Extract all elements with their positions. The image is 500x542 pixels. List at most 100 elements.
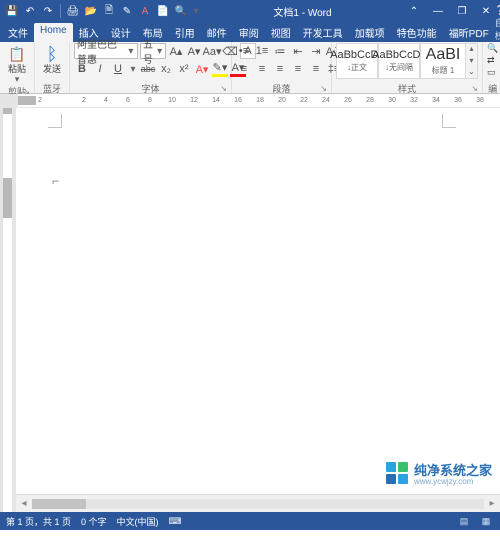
vertical-ruler[interactable] xyxy=(0,108,16,512)
align-left-button[interactable]: ≡ xyxy=(236,61,252,77)
qat-redo[interactable]: ↷ xyxy=(40,3,56,19)
styles-up-icon[interactable]: ▴ xyxy=(466,44,477,55)
ruler-tick: 20 xyxy=(278,97,286,105)
indent-decrease-button[interactable]: ⇤ xyxy=(290,43,306,59)
page-viewport[interactable]: ⌐ xyxy=(16,108,500,494)
ruler-tick: 10 xyxy=(168,97,176,105)
qat-print-icon[interactable]: 🖨 xyxy=(65,3,81,19)
window-close[interactable]: ✕ xyxy=(476,3,496,19)
margin-corner-tr xyxy=(442,114,456,128)
align-center-button[interactable]: ≡ xyxy=(254,61,270,77)
qat-save[interactable]: 💾 xyxy=(4,3,20,19)
tab-福昕PDF[interactable]: 福昕PDF xyxy=(443,23,495,42)
qat-font-a-icon[interactable]: A xyxy=(137,3,153,19)
ribbon-collapse-icon[interactable]: ⌃ xyxy=(404,3,424,19)
watermark: 纯净系统之家 www.ycwjzy.com xyxy=(386,460,492,486)
group-font: 阿里巴巴普惠▾ 五号▾ A▴ A▾ Aa▾ ⌫ A B I U ▾ abc x₂… xyxy=(70,42,232,93)
qat-edit-icon[interactable]: ✎ xyxy=(119,3,135,19)
ruler-tick: 36 xyxy=(454,97,462,105)
superscript-button[interactable]: x² xyxy=(176,61,192,77)
bold-button[interactable]: B xyxy=(74,61,90,77)
window-maximize[interactable]: ❐ xyxy=(452,3,472,19)
styles-dialog-launcher[interactable]: ↘ xyxy=(471,84,478,93)
status-word-count[interactable]: 0 个字 xyxy=(81,515,107,528)
group-bluetooth-label: 蓝牙 xyxy=(39,82,65,93)
ruler-tick: 32 xyxy=(410,97,418,105)
horizontal-ruler[interactable]: 22468101214161820222426283032343638 xyxy=(0,94,500,108)
window-minimize[interactable]: — xyxy=(428,3,448,19)
phonetic-guide-button[interactable]: Aa▾ xyxy=(204,43,220,59)
paste-button[interactable]: 📋 粘贴 ▾ xyxy=(4,43,30,85)
font-size-combo[interactable]: 五号▾ xyxy=(140,43,166,59)
watermark-logo-icon xyxy=(386,462,408,484)
bluetooth-send-button[interactable]: ᛒ 发送 xyxy=(39,43,65,74)
bullets-button[interactable]: •≡ xyxy=(236,43,252,59)
status-language[interactable]: 中文(中国) xyxy=(117,515,159,528)
styles-down-icon[interactable]: ▾ xyxy=(466,56,477,67)
ribbon-tabs: 文件Home插入设计布局引用邮件审阅视图开发工具加载项特色功能福昕PDF ❔ 自… xyxy=(0,22,500,42)
status-ime-icon[interactable]: ⌨ xyxy=(169,516,182,527)
page-1[interactable]: ⌐ xyxy=(26,108,478,494)
tab-邮件[interactable]: 邮件 xyxy=(201,23,233,42)
status-page-info[interactable]: 第 1 页，共 1 页 xyxy=(6,515,71,528)
align-distribute-button[interactable]: ≡ xyxy=(308,61,324,77)
numbering-button[interactable]: 1≡ xyxy=(254,43,270,59)
find-button[interactable]: 🔍 xyxy=(487,43,498,54)
scroll-track[interactable] xyxy=(32,499,484,509)
indent-increase-button[interactable]: ⇥ xyxy=(308,43,324,59)
cursor-paragraph-mark: ⌐ xyxy=(52,174,59,188)
styles-expand-icon[interactable]: ⌄ xyxy=(466,67,477,78)
scroll-right-icon[interactable]: ▸ xyxy=(484,498,500,509)
italic-button[interactable]: I xyxy=(92,61,108,77)
scroll-left-icon[interactable]: ◂ xyxy=(16,498,32,509)
tab-Home[interactable]: Home xyxy=(34,23,73,42)
margin-corner-tl xyxy=(48,114,62,128)
tab-审阅[interactable]: 审阅 xyxy=(233,23,265,42)
font-name-combo[interactable]: 阿里巴巴普惠▾ xyxy=(74,43,138,59)
style-heading-1[interactable]: AaBI 标题 1 xyxy=(420,43,466,79)
ribbon: 📋 粘贴 ▾ 剪贴板↘ ᛒ 发送 蓝牙 阿里巴巴普惠▾ 五号▾ A▴ A▾ xyxy=(0,42,500,94)
highlight-button[interactable]: ✎▾ xyxy=(212,61,228,77)
style-no-spacing[interactable]: AaBbCcDc ↓无间隔 xyxy=(378,43,420,79)
styles-gallery-scroll[interactable]: ▴ ▾ ⌄ xyxy=(466,43,478,79)
ruler-tick: 4 xyxy=(104,97,108,105)
qat-undo[interactable]: ↶ xyxy=(22,3,38,19)
ruler-tick: 22 xyxy=(300,97,308,105)
tab-文件[interactable]: 文件 xyxy=(2,23,34,42)
multilevel-list-button[interactable]: ≔ xyxy=(272,43,288,59)
group-editing-label: 编辑 xyxy=(487,82,498,93)
text-effects-button[interactable]: A▾ xyxy=(194,61,210,77)
align-right-button[interactable]: ≡ xyxy=(272,61,288,77)
qat-new-icon[interactable]: 🗎 xyxy=(101,3,117,19)
qat-separator xyxy=(60,4,61,18)
tab-引用[interactable]: 引用 xyxy=(169,23,201,42)
qat-open-icon[interactable]: 📂 xyxy=(83,3,99,19)
qat-doc-icon[interactable]: 📄 xyxy=(155,3,171,19)
horizontal-scrollbar[interactable]: ◂ ▸ xyxy=(16,494,500,512)
grow-font-button[interactable]: A▴ xyxy=(168,43,184,59)
scroll-thumb[interactable] xyxy=(32,499,86,509)
select-button[interactable]: ▭ xyxy=(487,67,498,78)
view-print-layout[interactable]: ▦ xyxy=(478,515,494,527)
paragraph-dialog-launcher[interactable]: ↘ xyxy=(320,84,327,93)
underline-button[interactable]: U xyxy=(110,61,126,77)
ruler-tick: 24 xyxy=(322,97,330,105)
replace-button[interactable]: ⇄ xyxy=(487,55,498,66)
qat-customize-dropdown[interactable]: ▾ xyxy=(191,3,201,19)
paste-icon: 📋 xyxy=(6,43,28,65)
tab-加载项[interactable]: 加载项 xyxy=(349,23,391,42)
ruler-tick: 30 xyxy=(388,97,396,105)
subscript-button[interactable]: x₂ xyxy=(158,61,174,77)
align-justify-button[interactable]: ≡ xyxy=(290,61,306,77)
tab-特色功能[interactable]: 特色功能 xyxy=(391,23,443,42)
strike-button[interactable]: abc xyxy=(140,61,156,77)
underline-dropdown[interactable]: ▾ xyxy=(128,64,138,75)
qat-find-icon[interactable]: 🔍 xyxy=(173,3,189,19)
shrink-font-button[interactable]: A▾ xyxy=(186,43,202,59)
font-dialog-launcher[interactable]: ↘ xyxy=(220,84,227,93)
view-read-mode[interactable]: ▤ xyxy=(456,515,472,527)
tab-开发工具[interactable]: 开发工具 xyxy=(297,23,349,42)
tab-视图[interactable]: 视图 xyxy=(265,23,297,42)
status-bar: 第 1 页，共 1 页 0 个字 中文(中国) ⌨ ▤ ▦ xyxy=(0,512,500,530)
tell-me[interactable]: ❔ 自动校… xyxy=(495,5,500,42)
